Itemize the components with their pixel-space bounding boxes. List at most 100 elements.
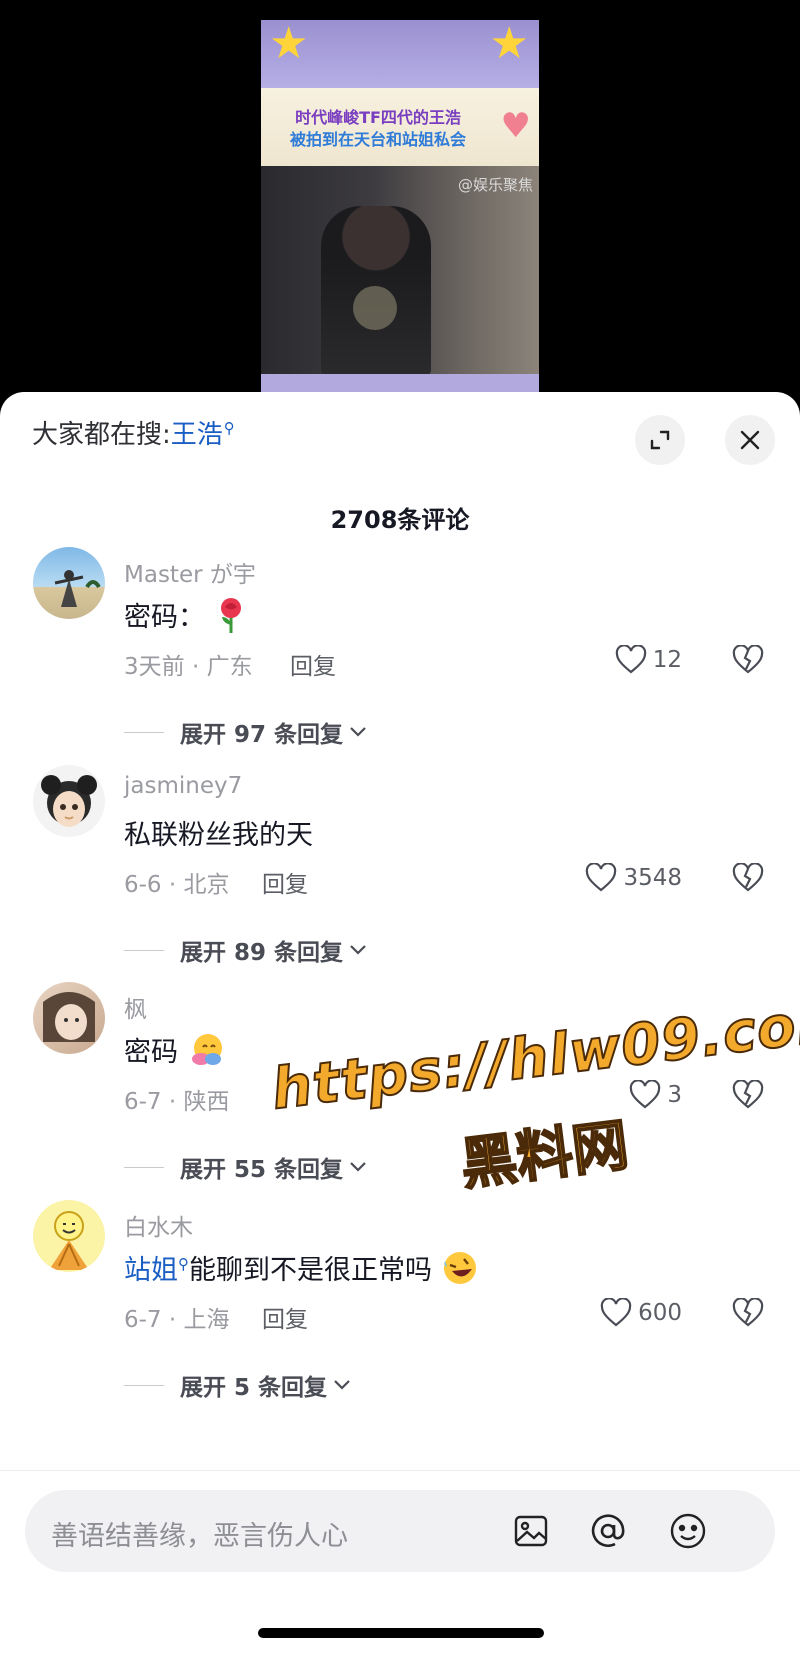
comment-time-location: 6-7 · 上海 [124, 1307, 230, 1333]
like-count: 12 [652, 647, 682, 673]
like-button[interactable]: 600 [600, 1298, 682, 1328]
like-count: 3 [667, 1082, 682, 1108]
divider-line [124, 731, 164, 733]
star-icon: ★ [489, 20, 529, 69]
heart-outline-icon [630, 1080, 661, 1109]
video-footer-decoration [261, 374, 539, 392]
like-button[interactable]: 12 [615, 645, 682, 675]
search-icon: ⚲ [223, 419, 235, 438]
expand-icon [650, 430, 670, 450]
dislike-button[interactable] [732, 1297, 764, 1332]
reply-button[interactable]: 回复 [290, 647, 336, 681]
avatar[interactable] [33, 547, 105, 619]
broken-heart-icon [732, 644, 764, 674]
emoji-button[interactable] [665, 1508, 711, 1554]
video-watermark: @娱乐聚焦 [457, 176, 533, 194]
comment-time-location: 6-6 · 北京 [124, 872, 230, 898]
like-count: 3548 [623, 865, 682, 891]
video-area[interactable]: ★ ★ 时代峰峻TF四代的王浩 被拍到在天台和站姐私会 ♥ @娱乐聚焦 [0, 0, 800, 410]
chevron-down-icon [350, 945, 366, 955]
avatar-image [49, 1211, 89, 1270]
at-sign-icon [591, 1514, 625, 1547]
comment-count: 2708条评论 [330, 506, 470, 534]
reply-button[interactable]: 回复 [262, 865, 308, 899]
chevron-down-icon [334, 1380, 350, 1390]
avatar[interactable] [33, 765, 105, 837]
heart-outline-icon [586, 863, 617, 892]
dislike-button[interactable] [732, 1079, 764, 1114]
video-banner-line2: 被拍到在天台和站姐私会 [289, 130, 466, 149]
expand-replies-label: 展开 97 条回复 [180, 722, 344, 748]
heart-outline-icon [600, 1298, 632, 1327]
comment-text: 密码 [124, 1030, 225, 1076]
comment-username[interactable]: Master が宇 [124, 555, 256, 589]
expand-replies-button[interactable]: 展开 55 条回复 [124, 1150, 367, 1184]
comment-keyword-link[interactable]: 站姐 [124, 1255, 178, 1286]
video-header-decoration: ★ ★ [261, 20, 539, 90]
chevron-down-icon [350, 727, 366, 737]
like-button[interactable]: 3548 [585, 863, 682, 893]
video-banner: 时代峰峻TF四代的王浩 被拍到在天台和站姐私会 ♥ [261, 88, 539, 166]
comment-text-body: 能聊到不是很正常吗 [189, 1255, 432, 1286]
comment-username[interactable]: jasminey7 [124, 773, 242, 799]
avatar-image [54, 570, 101, 607]
comment-item: jasminey7 私联粉丝我的天 6-6 · 北京 回复 3548 展开 89… [0, 765, 800, 995]
dislike-button[interactable] [732, 644, 764, 679]
comment-input[interactable]: 善语结善缘，恶言伤人心 [25, 1490, 775, 1572]
shirt-print [353, 286, 397, 330]
broken-heart-icon [732, 862, 764, 892]
like-count: 600 [638, 1300, 682, 1326]
image-button[interactable] [508, 1508, 554, 1554]
video-photo: @娱乐聚焦 [261, 166, 539, 376]
comment-text-body: 密码 [124, 1037, 178, 1068]
divider-line [124, 1166, 164, 1168]
comment-time-location: 3天前 · 广东 [124, 654, 253, 680]
rose-emoji-icon [214, 595, 248, 642]
like-button[interactable]: 3 [629, 1080, 682, 1110]
heart-outline-icon [615, 645, 646, 674]
comment-text-body: 密码： [124, 602, 205, 633]
image-icon [514, 1515, 548, 1547]
comment-text: 站姐⚲能聊到不是很正常吗 [124, 1248, 479, 1294]
video-thumbnail[interactable]: ★ ★ 时代峰峻TF四代的王浩 被拍到在天台和站姐私会 ♥ @娱乐聚焦 [261, 20, 539, 392]
input-divider [0, 1470, 800, 1471]
trending-search-prefix: 大家都在搜: [32, 420, 171, 450]
broken-heart-icon [732, 1297, 764, 1327]
close-button[interactable] [725, 415, 775, 465]
dislike-button[interactable] [732, 862, 764, 897]
comment-text-body: 私联粉丝我的天 [124, 820, 313, 851]
divider-line [124, 1384, 164, 1386]
expand-replies-label: 展开 5 条回复 [180, 1375, 328, 1401]
reply-button[interactable]: 回复 [262, 1300, 308, 1334]
expand-replies-label: 展开 55 条回复 [180, 1157, 344, 1183]
avatar-image [41, 775, 97, 827]
star-icon: ★ [269, 20, 309, 69]
expand-replies-button[interactable]: 展开 5 条回复 [124, 1368, 351, 1402]
home-indicator[interactable] [258, 1628, 544, 1638]
fullscreen-button[interactable] [635, 415, 685, 465]
comment-time-location: 6-7 · 陕西 [124, 1089, 230, 1115]
comment-text: 密码： [124, 595, 248, 642]
expand-replies-button[interactable]: 展开 97 条回复 [124, 715, 367, 749]
video-banner-line1: 时代峰峻TF四代的王浩 [295, 108, 461, 127]
divider-line [124, 949, 164, 951]
comment-text: 私联粉丝我的天 [124, 813, 313, 852]
expand-replies-button[interactable]: 展开 89 条回复 [124, 933, 367, 967]
heart-icon: ♥ [500, 106, 531, 146]
rolling-laughing-emoji-icon [441, 1249, 479, 1294]
smiley-icon [670, 1513, 706, 1549]
avatar[interactable] [33, 982, 105, 1054]
hugging-face-emoji-icon [187, 1031, 225, 1076]
comment-username[interactable]: 白水木 [124, 1208, 193, 1242]
mention-button[interactable] [585, 1508, 631, 1554]
trending-search-keyword[interactable]: 王浩 [171, 420, 223, 450]
comment-input-placeholder: 善语结善缘，恶言伤人心 [51, 1521, 348, 1552]
avatar[interactable] [33, 1200, 105, 1272]
search-icon: ⚲ [178, 1255, 189, 1273]
comment-item: 白水木 站姐⚲能聊到不是很正常吗 6-7 · 上海 回复 600 展开 5 条回… [0, 1200, 800, 1430]
comment-username[interactable]: 枫 [124, 990, 147, 1024]
trending-search[interactable]: 大家都在搜:王浩⚲ [32, 414, 235, 451]
expand-replies-label: 展开 89 条回复 [180, 940, 344, 966]
comment-item: Master が宇 密码： 3天前 · 广东 回复 12 展开 97 条回复 [0, 547, 800, 777]
broken-heart-icon [732, 1079, 764, 1109]
